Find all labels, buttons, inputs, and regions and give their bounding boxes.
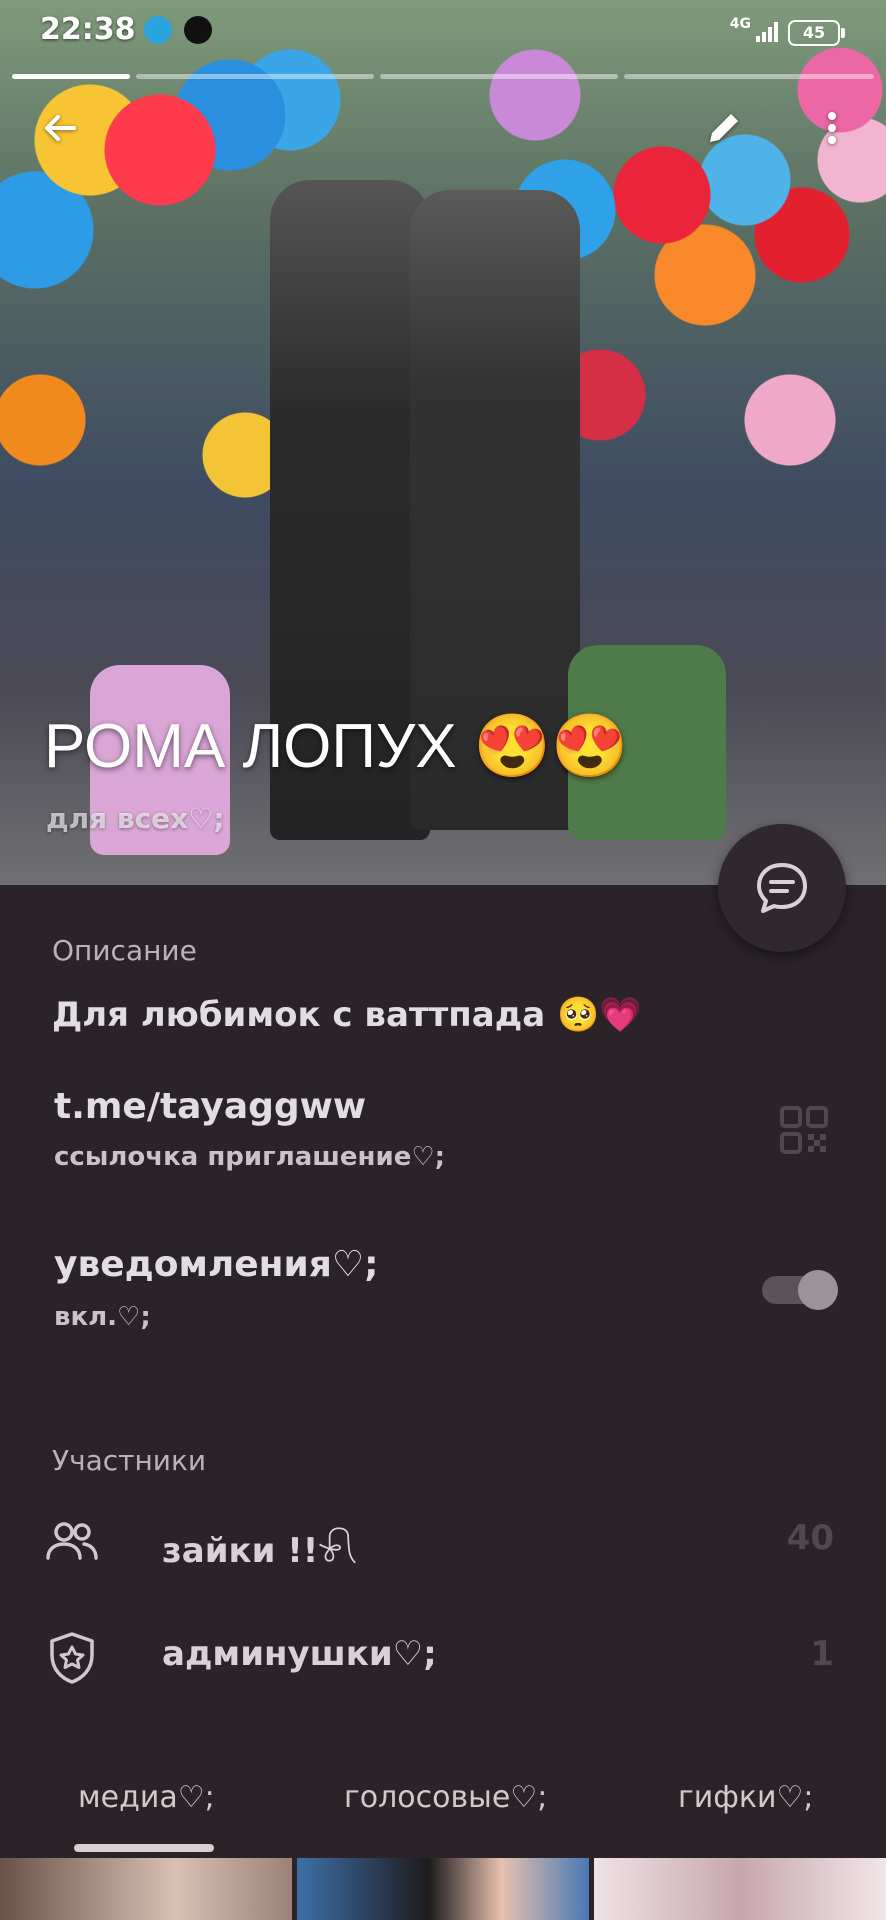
back-button[interactable] <box>28 96 92 160</box>
shield-star-icon <box>50 1632 94 1684</box>
more-menu-button[interactable] <box>800 96 864 160</box>
toggle-knob <box>798 1270 838 1310</box>
chat-bubble-icon <box>757 863 807 913</box>
photo-progress-segment <box>624 74 874 79</box>
tiktok-icon <box>184 16 212 44</box>
more-vertical-icon <box>828 112 836 144</box>
notifications-label: уведомления♡; <box>54 1244 379 1285</box>
chat-title: РОМА ЛОПУХ 😍😍 <box>44 712 629 781</box>
admins-count: 1 <box>810 1634 834 1674</box>
message-fab-button[interactable] <box>718 824 846 952</box>
tab-voice[interactable]: голосовые♡; <box>344 1780 547 1815</box>
invite-link[interactable]: t.me/tayaggww <box>54 1086 366 1127</box>
notifications-state: вкл.♡; <box>54 1302 151 1332</box>
members-heading: Участники <box>52 1444 207 1477</box>
qr-code-icon[interactable] <box>780 1106 828 1154</box>
battery-indicator: 45 <box>788 20 845 46</box>
tab-media[interactable]: медиа♡; <box>78 1780 215 1815</box>
invite-link-caption: ссылочка приглашение♡; <box>54 1142 446 1172</box>
members-row[interactable]: зайки !!𓍯 40 <box>0 1490 886 1590</box>
edit-button[interactable] <box>692 96 756 160</box>
signal-icon <box>756 20 782 42</box>
media-thumbnail[interactable] <box>297 1858 589 1920</box>
notifications-row[interactable]: уведомления♡; вкл.♡; <box>0 1230 886 1360</box>
media-thumbnail[interactable] <box>594 1858 886 1920</box>
media-tabs: медиа♡; голосовые♡; гифки♡; <box>0 1770 886 1860</box>
media-grid <box>0 1858 886 1920</box>
description-heading: Описание <box>52 934 197 967</box>
admins-row[interactable]: админушки♡; 1 <box>0 1606 886 1706</box>
arrow-left-icon <box>45 115 76 141</box>
pencil-icon <box>710 114 738 142</box>
invite-link-row[interactable]: t.me/tayaggww ссылочка приглашение♡; <box>0 1070 886 1200</box>
notifications-toggle[interactable] <box>762 1270 838 1310</box>
members-label: зайки !!𓍯 <box>162 1531 357 1571</box>
tab-gifs[interactable]: гифки♡; <box>678 1780 814 1815</box>
status-bar: 22:38 4G 45 <box>0 0 886 64</box>
network-type: 4G <box>729 16 751 32</box>
members-count: 40 <box>786 1518 834 1558</box>
description-text: Для любимок с ваттпада 🥺💗 <box>52 995 642 1035</box>
active-tab-indicator <box>74 1844 214 1852</box>
admins-label: админушки♡; <box>162 1634 437 1674</box>
media-thumbnail[interactable] <box>0 1858 292 1920</box>
photo-progress-segment <box>380 74 618 79</box>
photo-progress-bars <box>12 74 874 79</box>
telegram-icon <box>144 16 172 44</box>
photo-progress-segment <box>136 74 374 79</box>
photo-progress-active <box>12 74 130 79</box>
chat-header-photo: 22:38 4G 45 РОМА ЛОПУХ 😍😍 для всех♡; <box>0 0 886 885</box>
chat-subtitle: для всех♡; <box>46 802 225 835</box>
people-icon <box>46 1522 98 1560</box>
status-time: 22:38 <box>40 12 136 47</box>
